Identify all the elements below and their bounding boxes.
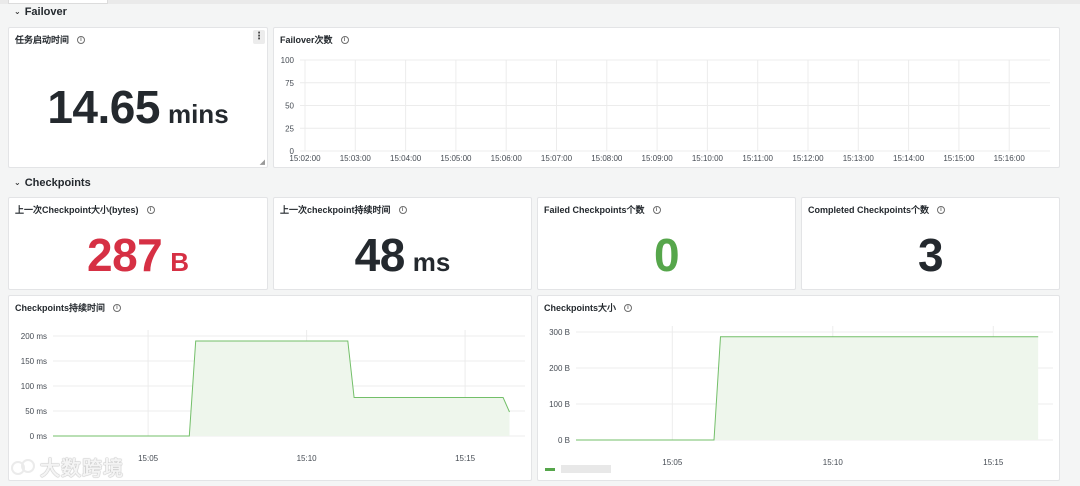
y-tick-label: 200 B	[549, 364, 570, 373]
stat-number: 14.65	[47, 81, 160, 133]
row-title: Checkpoints	[24, 177, 91, 189]
x-tick-label: 15:15	[983, 458, 1004, 467]
legend-label-redacted	[561, 465, 611, 473]
chevron-down-icon: ⌄	[14, 6, 21, 16]
series-area	[576, 336, 1039, 440]
panel-title-text: 上一次checkpoint持续时间	[280, 205, 391, 215]
panel-job-start-time[interactable]: 任务启动时间 i ⋮ 14.65 mins ◢	[8, 27, 268, 168]
x-tick-label: 15:08:00	[591, 154, 623, 163]
panel-title-text: Failed Checkpoints个数	[544, 205, 645, 215]
panel-title: 上一次checkpoint持续时间 i	[280, 203, 407, 216]
panel-title-text: Completed Checkpoints个数	[808, 205, 930, 215]
x-tick-label: 15:14:00	[893, 154, 925, 163]
info-icon[interactable]: i	[77, 35, 86, 44]
row-header-checkpoints[interactable]: ⌄ Checkpoints	[14, 177, 91, 189]
stat-number: 287	[86, 229, 163, 281]
stat-value: 14.65 mins	[9, 80, 267, 134]
panel-title-text: 上一次Checkpoint大小(bytes)	[15, 205, 139, 215]
series-area	[53, 341, 510, 436]
x-tick-label: 15:05	[662, 458, 683, 467]
panel-menu-icon[interactable]: ⋮	[253, 30, 265, 44]
panel-title: 上一次Checkpoint大小(bytes) i	[15, 203, 155, 216]
chevron-down-icon: ⌄	[14, 177, 21, 187]
x-tick-label: 15:05:00	[440, 154, 472, 163]
x-tick-label: 15:16:00	[994, 154, 1026, 163]
info-icon[interactable]: i	[937, 205, 946, 214]
y-tick-label: 150 ms	[21, 357, 47, 366]
panel-completed-checkpoints[interactable]: Completed Checkpoints个数 i 3	[801, 197, 1060, 290]
y-tick-label: 50	[285, 102, 294, 111]
y-tick-label: 25	[285, 124, 294, 133]
failover-chart[interactable]: 100755025015:02:00 15:03:00 15:04:00 15:05:…	[274, 28, 1060, 168]
x-tick-label: 15:10	[823, 458, 844, 467]
stat-number: 48	[354, 229, 406, 281]
top-tab-strip	[0, 0, 1080, 4]
stat-unit: ms	[412, 247, 451, 277]
y-tick-label: 200 ms	[21, 332, 47, 341]
x-tick-label: 15:10	[297, 454, 318, 463]
stat-value: 287 B	[9, 228, 267, 282]
x-tick-label: 15:07:00	[541, 154, 573, 163]
resize-handle-icon[interactable]: ◢	[260, 158, 265, 166]
x-tick-label: 15:04:00	[390, 154, 422, 163]
y-tick-label: 50 ms	[25, 407, 47, 416]
chart-legend[interactable]	[545, 465, 611, 473]
brand-logo-icon	[11, 458, 35, 475]
x-tick-label: 15:11:00	[742, 154, 773, 163]
info-icon[interactable]: i	[652, 205, 661, 214]
panel-title: Completed Checkpoints个数 i	[808, 203, 946, 216]
x-tick-label: 15:13:00	[843, 154, 875, 163]
x-tick-label: 15:10:00	[692, 154, 724, 163]
x-tick-label: 15:02:00	[289, 154, 321, 163]
stat-number: 0	[653, 229, 680, 281]
panel-failed-checkpoints[interactable]: Failed Checkpoints个数 i 0	[537, 197, 796, 290]
stat-unit: B	[170, 247, 190, 277]
panel-title: Failed Checkpoints个数 i	[544, 203, 661, 216]
stat-number: 3	[917, 229, 944, 281]
x-tick-label: 15:12:00	[792, 154, 824, 163]
row-title: Failover	[24, 6, 67, 18]
y-tick-label: 100 B	[549, 400, 570, 409]
dashboard: ⌄ Failover 任务启动时间 i ⋮ 14.65 mins ◢ Failo…	[0, 0, 1080, 486]
stat-value: 3	[802, 228, 1059, 282]
x-tick-label: 15:09:00	[642, 154, 674, 163]
legend-swatch	[545, 467, 555, 471]
y-tick-label: 0 B	[558, 436, 570, 445]
checkpoint-size-chart[interactable]: 300 B 200 B 100 B 0 B 15:05 15:10 15:15	[538, 296, 1060, 481]
y-tick-label: 100	[281, 56, 295, 65]
stat-value: 0	[538, 228, 795, 282]
brand-logo-text: 大数跨境	[40, 458, 124, 480]
y-tick-label: 75	[285, 79, 294, 88]
panel-failover-count[interactable]: Failover次数 i 100 75 50 25 0 15:02:00 15:03:00 1…	[273, 27, 1060, 168]
x-tick-label: 15:15	[455, 454, 476, 463]
x-tick-label: 15:15:00	[943, 154, 975, 163]
y-tick-label: 100 ms	[21, 382, 47, 391]
row-header-failover[interactable]: ⌄ Failover	[14, 6, 67, 18]
panel-title: 任务启动时间 i	[15, 33, 86, 46]
y-tick-label: 300 B	[549, 328, 570, 337]
info-icon[interactable]: i	[146, 205, 155, 214]
y-tick-label: 0 ms	[30, 432, 47, 441]
panel-last-checkpoint-size[interactable]: 上一次Checkpoint大小(bytes) i 287 B	[8, 197, 268, 290]
panel-title-text: 任务启动时间	[15, 35, 70, 45]
x-tick-label: 15:03:00	[340, 154, 372, 163]
info-icon[interactable]: i	[398, 205, 407, 214]
panel-checkpoint-size[interactable]: Checkpoints大小 i 300 B 200 B 100 B0 B 15:05 1…	[537, 295, 1060, 481]
stat-unit: mins	[167, 99, 229, 129]
brand-logo: 大数跨境	[10, 452, 124, 481]
top-tab[interactable]	[8, 0, 108, 4]
stat-value: 48 ms	[274, 228, 531, 282]
panel-last-checkpoint-duration[interactable]: 上一次checkpoint持续时间 i 48 ms	[273, 197, 532, 290]
x-tick-label: 15:06:00	[491, 154, 523, 163]
x-tick-label: 15:05	[138, 454, 159, 463]
